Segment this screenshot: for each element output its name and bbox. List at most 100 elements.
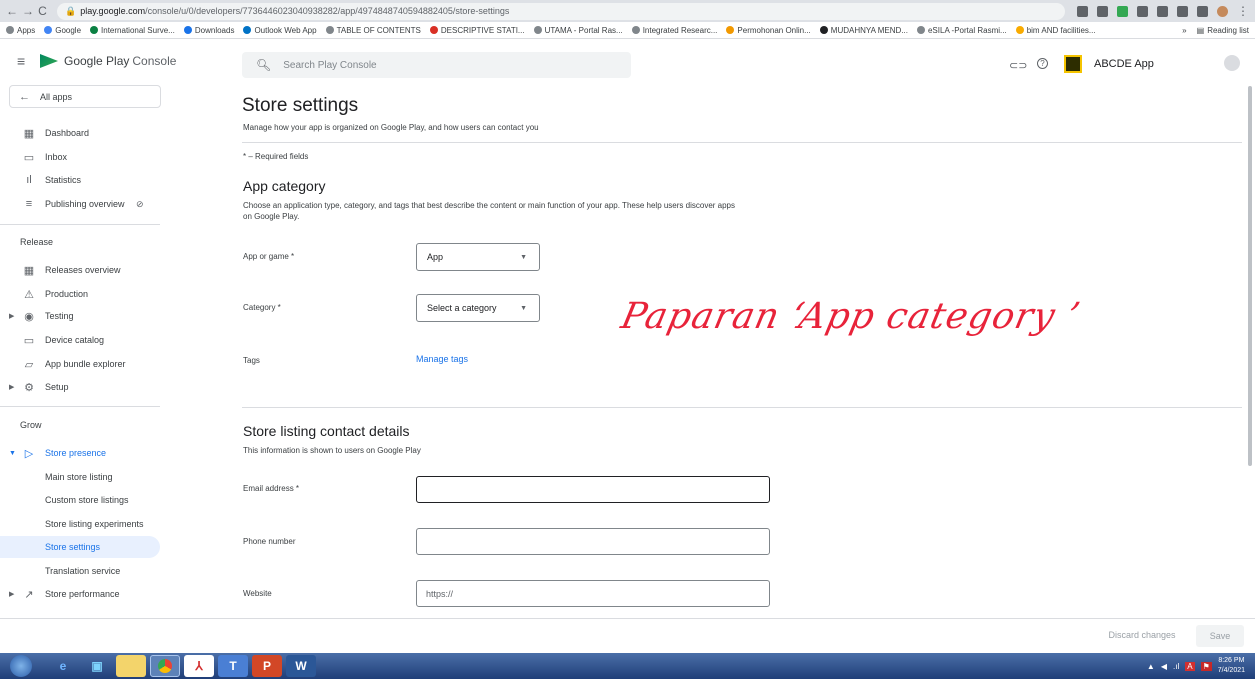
phone-field[interactable]: [416, 528, 770, 555]
search-bar[interactable]: 🔍︎ Search Play Console: [242, 52, 631, 78]
bookmark-item[interactable]: Permohonan Onlin...: [726, 26, 811, 35]
bookmark-item[interactable]: MUDAHNYA MEND...: [819, 26, 908, 35]
sidebar-item-translation-service[interactable]: Translation service: [0, 560, 160, 582]
sidebar-item-inbox[interactable]: ▭ Inbox: [0, 146, 160, 168]
url-host: play.google.com: [80, 6, 146, 16]
google-icon: [44, 26, 53, 34]
footer-bar: [0, 618, 1255, 653]
bookmark-item[interactable]: Apps: [6, 26, 35, 35]
sidebar-item-app-bundle-explorer[interactable]: ▱ App bundle explorer: [0, 353, 160, 375]
sidebar-item-store-listing-experiments[interactable]: Store listing experiments: [0, 513, 160, 535]
section-divider: [242, 407, 1242, 408]
bookmark-item[interactable]: Google: [44, 26, 81, 35]
bookmark-item[interactable]: bim AND facilities...: [1015, 26, 1096, 35]
reload-icon[interactable]: C: [38, 3, 47, 19]
category-select[interactable]: Select a category ▼: [416, 294, 540, 322]
sidebar-item-releases-overview[interactable]: ▦ Releases overview: [0, 259, 160, 281]
word-icon[interactable]: W: [286, 655, 316, 677]
scrollbar[interactable]: [1248, 86, 1252, 466]
lock-icon: 🔒: [65, 5, 77, 16]
bookmark-item[interactable]: Integrated Researc...: [631, 26, 717, 35]
bookmark-item[interactable]: TABLE OF CONTENTS: [325, 26, 421, 35]
tags-label: Tags: [243, 356, 260, 365]
app-category-description-2: on Google Play.: [243, 212, 300, 221]
gear-icon: ⚙: [24, 381, 34, 394]
sidebar-item-custom-store-listings[interactable]: Custom store listings: [0, 489, 160, 511]
manage-tags-link[interactable]: Manage tags: [416, 354, 468, 364]
reading-list-icon: ▤: [1196, 25, 1205, 35]
clock[interactable]: 8:26 PM 7/4/2021: [1218, 656, 1245, 676]
google-play-console-logo[interactable]: Google Play Console: [40, 54, 176, 68]
extension-icon[interactable]: [1157, 5, 1168, 17]
kebab-menu-icon[interactable]: ⋮: [1237, 4, 1249, 18]
devices-icon: ▭: [23, 334, 35, 347]
download-icon: [183, 26, 192, 34]
bookmark-item[interactable]: Outlook Web App: [243, 26, 317, 35]
bookmark-item[interactable]: eSILA -Portal Rasmi...: [916, 26, 1007, 35]
forward-icon[interactable]: →: [22, 3, 34, 19]
sidebar-item-store-presence[interactable]: ▼ ▷ Store presence: [0, 442, 160, 464]
address-bar[interactable]: 🔒 play.google.com/console/u/0/developers…: [57, 2, 1065, 20]
play-logo-icon: [40, 54, 58, 68]
email-field[interactable]: [416, 476, 770, 503]
sidebar-item-dashboard[interactable]: ▦ Dashboard: [0, 122, 160, 144]
sidebar-item-production[interactable]: ⚠ Production: [0, 283, 160, 305]
extension-icon[interactable]: [1137, 5, 1148, 17]
all-apps-button[interactable]: ← All apps: [9, 85, 161, 108]
bookmark-item[interactable]: DESCRIPTIVE STATI...: [429, 26, 525, 35]
puzzle-icon[interactable]: [1177, 5, 1188, 17]
profile-icon[interactable]: [1217, 5, 1228, 17]
website-field[interactable]: https://: [416, 580, 770, 607]
file-explorer-icon[interactable]: [116, 655, 146, 677]
app-or-game-label: App or game *: [243, 252, 295, 261]
powerpoint-icon[interactable]: P: [252, 655, 282, 677]
sidebar-item-setup[interactable]: ▶ ⚙ Setup: [0, 376, 160, 398]
required-note: * – Required fields: [243, 152, 309, 161]
globe-icon: [325, 26, 334, 34]
network-icon[interactable]: .ıl: [1173, 662, 1179, 671]
sidebar-item-publishing-overview[interactable]: ≡ Publishing overview ⊘: [0, 193, 160, 215]
reading-list[interactable]: » ▤ Reading list: [1182, 26, 1249, 35]
help-icon[interactable]: ?: [1037, 58, 1048, 69]
inbox-icon: ▭: [23, 151, 35, 164]
internet-explorer-icon[interactable]: e: [48, 655, 78, 677]
production-icon: ⚠: [24, 288, 34, 301]
sidebar-item-store-settings[interactable]: Store settings: [0, 536, 160, 558]
extensions: ⋮: [1077, 4, 1249, 18]
extension-icon[interactable]: [1117, 5, 1128, 17]
sidebar-item-statistics[interactable]: ıl Statistics: [0, 169, 160, 191]
tray-arrow-icon[interactable]: ▲: [1147, 662, 1155, 671]
phone-label: Phone number: [243, 537, 296, 546]
bookmark-item[interactable]: Downloads: [183, 26, 234, 35]
avatar[interactable]: [1224, 55, 1240, 71]
discard-changes-button[interactable]: Discard changes: [1092, 625, 1192, 645]
start-button-icon[interactable]: [10, 655, 32, 677]
media-player-icon[interactable]: ▣: [82, 655, 112, 677]
playlist-icon[interactable]: [1197, 5, 1208, 17]
teams-icon[interactable]: T: [218, 655, 248, 677]
acrobat-icon[interactable]: ⅄: [184, 655, 214, 677]
page-subtitle: Manage how your app is organized on Goog…: [243, 123, 539, 132]
app-selector[interactable]: ABCDE App: [1060, 52, 1210, 76]
acrobat-tray-icon[interactable]: A: [1185, 661, 1195, 671]
sidebar-item-device-catalog[interactable]: ▭ Device catalog: [0, 329, 160, 351]
sidebar-item-testing[interactable]: ▶ ◉ Testing: [0, 305, 160, 327]
clock-date: 7/4/2021: [1217, 667, 1245, 674]
sidebar-item-main-store-listing[interactable]: Main store listing: [0, 466, 160, 488]
zoom-icon[interactable]: [1077, 5, 1088, 17]
website-label: Website: [243, 589, 272, 598]
section-title-app-category: App category: [243, 178, 326, 194]
bookmark-item[interactable]: UTAMA - Portal Ras...: [533, 26, 623, 35]
back-icon[interactable]: ←: [6, 3, 18, 19]
app-or-game-select[interactable]: App ▼: [416, 243, 540, 271]
hamburger-menu-icon[interactable]: ≡: [17, 53, 25, 69]
save-button[interactable]: Save: [1196, 625, 1244, 647]
star-icon[interactable]: [1097, 5, 1108, 17]
volume-icon[interactable]: ◀: [1161, 662, 1167, 671]
flag-icon[interactable]: ⚑: [1200, 661, 1212, 671]
sidebar-item-store-performance[interactable]: ▶ ↗ Store performance: [0, 583, 160, 605]
bookmark-item[interactable]: International Surve...: [90, 26, 175, 35]
chrome-icon[interactable]: [150, 655, 180, 677]
link-icon[interactable]: ⊂⊃: [1009, 59, 1027, 72]
search-placeholder: Search Play Console: [283, 59, 377, 71]
